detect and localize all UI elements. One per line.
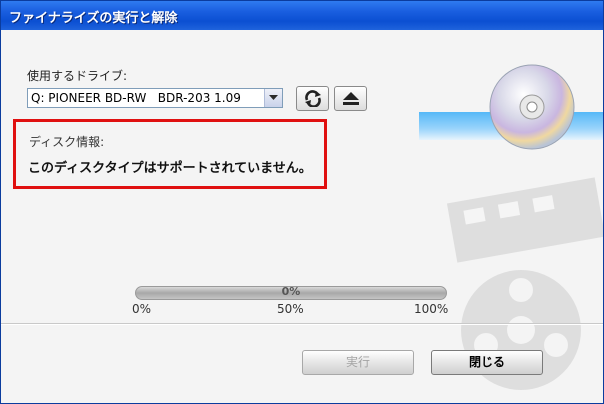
disc-info-panel: ディスク情報: このディスクタイプはサポートされていません。 (13, 119, 327, 189)
finalize-dialog: ファイナライズの実行と解除 使用するドライブ: Q: PIONEER BD-RW… (0, 0, 604, 404)
eject-button[interactable] (334, 86, 367, 111)
drive-label: 使用するドライブ: (27, 69, 128, 83)
eject-icon (343, 92, 359, 105)
progress-tick-mid: 50% (277, 302, 304, 316)
dialog-body: 使用するドライブ: Q: PIONEER BD-RW BDR-203 1.09 (1, 30, 603, 403)
progress-tick-end: 100% (414, 302, 449, 316)
execute-button[interactable]: 実行 (302, 350, 414, 375)
chevron-down-icon (269, 95, 278, 100)
separator (1, 323, 603, 325)
drive-select[interactable]: Q: PIONEER BD-RW BDR-203 1.09 (27, 88, 283, 108)
window-title: ファイナライズの実行と解除 (9, 11, 178, 26)
refresh-icon (305, 90, 321, 107)
cd-disc-icon (489, 64, 575, 150)
close-button[interactable]: 閉じる (431, 350, 543, 375)
progress-percent: 0% (281, 285, 301, 298)
disc-info-label: ディスク情報: (29, 135, 105, 149)
title-bar[interactable]: ファイナライズの実行と解除 (1, 1, 603, 30)
disc-info-message: このディスクタイプはサポートされていません。 (28, 161, 312, 176)
progress-bar: 0% (135, 285, 447, 300)
progress-tick-start: 0% (132, 302, 152, 316)
refresh-drive-button[interactable] (296, 86, 329, 111)
drive-dropdown-button[interactable] (264, 89, 282, 107)
drive-selected-value: Q: PIONEER BD-RW BDR-203 1.09 (31, 91, 241, 105)
